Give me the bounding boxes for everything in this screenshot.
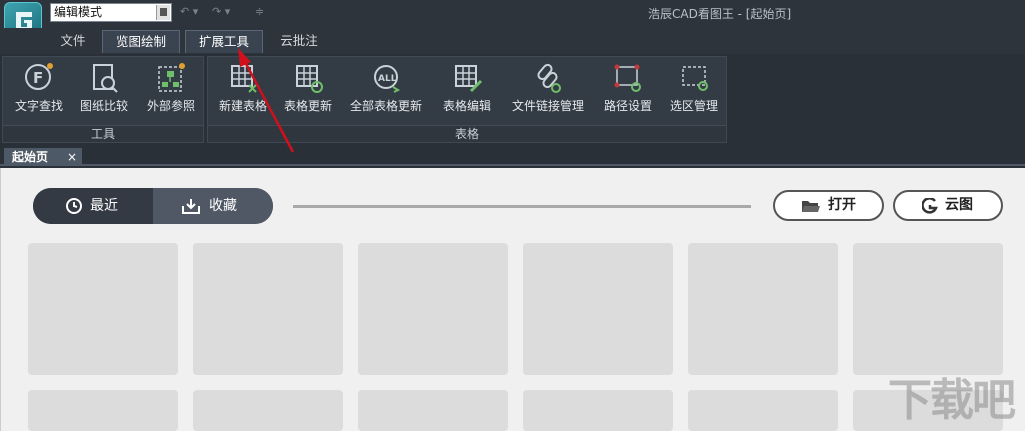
table-update-label: 表格更新 [283, 99, 332, 113]
new-table-icon [231, 65, 257, 93]
selection-manage-button[interactable]: 选区管理 [664, 61, 724, 121]
recent-file-card[interactable] [28, 243, 178, 375]
path-settings-icon [614, 64, 641, 92]
table-update-icon [296, 65, 323, 93]
window-title: 浩辰CAD看图王 - [起始页] [648, 7, 792, 21]
favorites-label: 收藏 [209, 198, 237, 214]
ribbon-group-tools: F 文字查找 图纸比较 外部参照 工具 [2, 56, 204, 143]
recent-file-card[interactable] [688, 390, 838, 431]
chevron-down-icon[interactable] [156, 5, 170, 20]
tab-file[interactable]: 文件 [48, 30, 98, 53]
recent-file-card[interactable] [688, 243, 838, 375]
update-all-icon: ALL [374, 65, 401, 93]
cloud-label: 云图 [945, 197, 973, 213]
recent-file-card[interactable] [28, 390, 178, 431]
site-watermark: 下载吧 [888, 375, 1016, 426]
svg-text:ALL: ALL [378, 74, 397, 84]
ribbon-group-table: 新建表格 表格更新 ALL 全部表格更新 表格编辑 文件链接管理 路径设置 选区… [207, 56, 727, 143]
update-all-label: 全部表格更新 [349, 99, 422, 113]
table-edit-icon [455, 65, 483, 93]
close-icon[interactable]: × [67, 148, 77, 166]
folder-icon [802, 201, 820, 212]
text-search-label: 文字查找 [14, 99, 63, 113]
path-settings-button[interactable]: 路径设置 [598, 61, 658, 121]
link-manage-icon [537, 63, 561, 93]
tab-extend-tools[interactable]: 扩展工具 [185, 30, 263, 53]
drawing-compare-button[interactable]: 图纸比较 [73, 61, 135, 121]
cloud-g-icon [922, 198, 938, 214]
table-update-button[interactable]: 表格更新 [278, 61, 338, 121]
new-table-label: 新建表格 [218, 99, 267, 113]
table-edit-label: 表格编辑 [442, 99, 491, 113]
group-label-tools: 工具 [3, 125, 203, 142]
clock-icon [66, 198, 82, 214]
update-all-button[interactable]: ALL 全部表格更新 [344, 61, 428, 121]
tab-cloud-annotate[interactable]: 云批注 [266, 30, 332, 53]
open-button[interactable]: 打开 [773, 190, 884, 221]
drawing-compare-icon [93, 64, 118, 93]
path-settings-label: 路径设置 [603, 99, 652, 113]
mode-select-value: 编辑模式 [54, 5, 103, 19]
recent-file-card[interactable] [358, 243, 508, 375]
title-bar: 编辑模式 ↶ ▾ ↷ ▾ ≑ 浩辰CAD看图王 - [起始页] [0, 0, 1025, 40]
selection-manage-icon [682, 66, 708, 91]
xref-button[interactable]: 外部参照 [139, 61, 203, 121]
recent-file-card[interactable] [853, 243, 1003, 375]
redo-button[interactable]: ↷ ▾ [212, 4, 230, 20]
ribbon-tabs: 文件 览图绘制 扩展工具 云批注 [0, 28, 1025, 54]
recent-favorites-toggle: 最近 收藏 [33, 188, 273, 224]
recent-file-card[interactable] [523, 390, 673, 431]
divider-line [293, 205, 751, 208]
new-table-button[interactable]: 新建表格 [212, 61, 274, 121]
recent-label: 最近 [90, 198, 118, 214]
text-search-icon: F [25, 63, 53, 90]
link-manage-label: 文件链接管理 [511, 99, 584, 113]
table-edit-button[interactable]: 表格编辑 [436, 61, 498, 121]
start-page: 最近 收藏 打开 云图 [0, 168, 1025, 431]
recent-button[interactable]: 最近 [33, 188, 153, 224]
link-manage-button[interactable]: 文件链接管理 [506, 61, 590, 121]
undo-button[interactable]: ↶ ▾ [180, 4, 198, 20]
customize-toolbar-icon[interactable]: ≑ [255, 4, 264, 20]
xref-icon [158, 63, 185, 92]
favorites-tray-icon [182, 199, 200, 214]
doc-tab-start-page[interactable]: 起始页 × [4, 148, 82, 166]
document-tab-strip: 起始页 × [0, 145, 1025, 166]
svg-text:F: F [33, 69, 43, 87]
xref-label: 外部参照 [146, 99, 195, 113]
doc-tab-label: 起始页 [12, 150, 49, 164]
group-label-table: 表格 [208, 125, 726, 142]
recent-file-card[interactable] [193, 390, 343, 431]
favorites-button[interactable]: 收藏 [153, 188, 273, 224]
mode-select[interactable]: 编辑模式 [50, 3, 172, 22]
ribbon: F 文字查找 图纸比较 外部参照 工具 新建表格 表格更新 ALL 全部表格更新… [0, 54, 1025, 145]
tab-view-draw[interactable]: 览图绘制 [102, 30, 180, 53]
recent-file-card[interactable] [523, 243, 673, 375]
drawing-compare-label: 图纸比较 [79, 99, 128, 113]
selection-manage-label: 选区管理 [669, 99, 718, 113]
open-label: 打开 [828, 197, 856, 213]
cloud-button[interactable]: 云图 [893, 190, 1003, 221]
recent-file-card[interactable] [193, 243, 343, 375]
text-search-button[interactable]: F 文字查找 [7, 61, 71, 121]
recent-file-card[interactable] [358, 390, 508, 431]
